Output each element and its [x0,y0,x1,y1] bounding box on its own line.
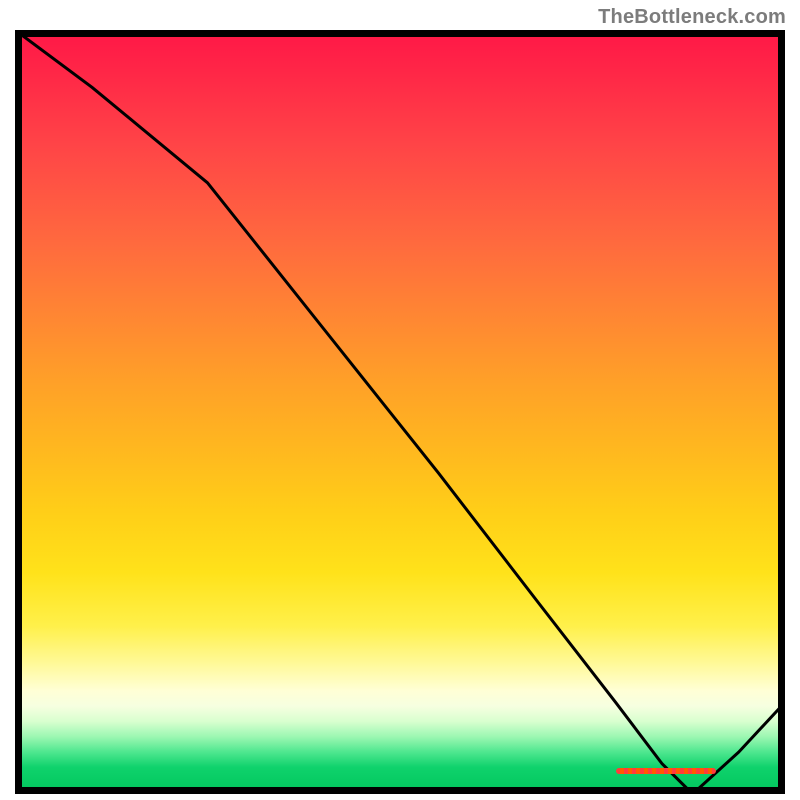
optimal-range-marker [616,768,716,774]
chart-background-gradient [15,30,785,794]
attribution-text: TheBottleneck.com [598,6,786,29]
chart-container [15,30,785,794]
